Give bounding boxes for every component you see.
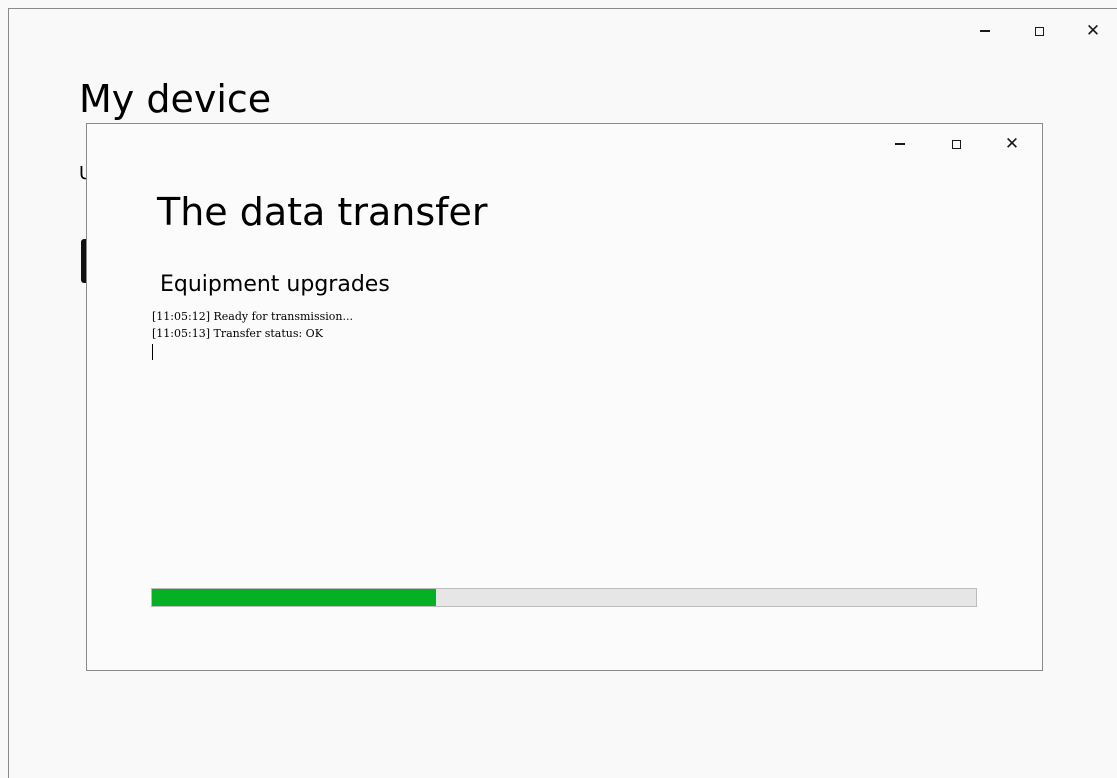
transfer-dialog: ✕ The data transfer Equipment upgrades [… [86,123,1043,671]
page-title: My device [79,77,272,121]
transfer-log[interactable]: [11:05:12] Ready for transmission... [11… [152,308,972,368]
dialog-subtitle: Equipment upgrades [160,272,390,297]
progress-fill [152,589,437,606]
maximize-button[interactable] [1019,15,1059,47]
dialog-title: The data transfer [157,190,488,234]
progress-bar [151,588,977,607]
minimize-icon [895,143,905,145]
close-icon: ✕ [1085,20,1101,41]
minimize-icon [980,30,990,32]
log-line: [11:05:12] Ready for transmission... [152,310,353,323]
maximize-icon [1034,26,1044,36]
close-icon: ✕ [1004,133,1020,154]
close-button[interactable]: ✕ [1073,15,1113,47]
log-cursor-line [152,342,972,360]
log-line: [11:05:13] Transfer status: OK [152,327,323,340]
dialog-maximize-button[interactable] [936,128,976,160]
dialog-minimize-button[interactable] [880,128,920,160]
text-caret [152,344,153,360]
dialog-close-button[interactable]: ✕ [992,128,1032,160]
minimize-button[interactable] [965,15,1005,47]
maximize-icon [951,139,961,149]
